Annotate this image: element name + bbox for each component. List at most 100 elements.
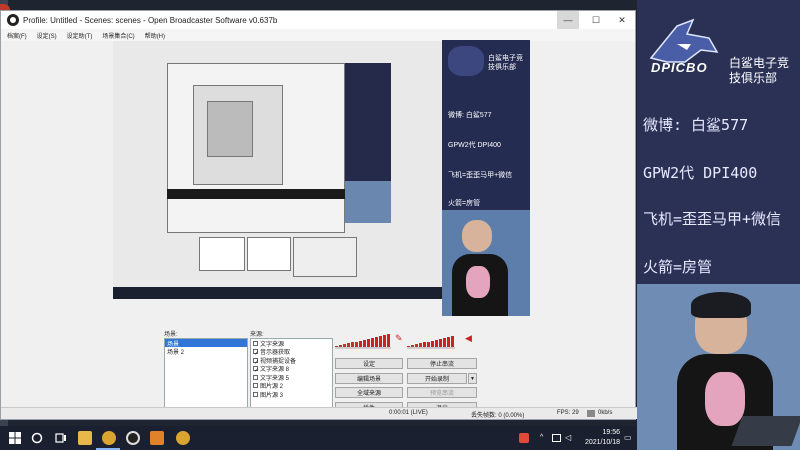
source-item[interactable]: 图片源 2 <box>251 382 332 390</box>
sources-label: 来源: <box>250 332 264 338</box>
bitrate-readout: 0kb/s <box>598 410 613 416</box>
orange-app-icon[interactable] <box>150 431 164 445</box>
source-checkbox[interactable]: ✓ <box>253 349 259 357</box>
source-item[interactable]: ✓ 文字来源 8 <box>251 365 332 374</box>
windows-start-icon[interactable] <box>8 431 22 445</box>
logo-wordmark: DPICBO <box>651 60 708 75</box>
preview-stream-button[interactable]: 预览串流 <box>407 387 477 398</box>
menu-file[interactable]: 档案(F) <box>7 31 27 40</box>
club-name-line-2: 技俱乐部 <box>729 71 778 85</box>
microphone-icon[interactable]: ✎ <box>395 333 403 344</box>
tray-chevron-icon[interactable]: ^ <box>540 434 543 441</box>
nested-source-list <box>247 237 291 271</box>
source-checkbox[interactable]: ✓ <box>253 357 259 366</box>
start-record-button[interactable]: 开始录制 <box>407 373 467 384</box>
preview-overlay: 白鲨电子竞技俱乐部 微博: 白鲨577 GPW2代 DPI400 飞机=歪歪马甲… <box>442 40 530 316</box>
nested-cam <box>345 181 391 223</box>
source-label: 图片源 3 <box>260 392 284 399</box>
nested-controls <box>293 237 357 277</box>
speaker-icon[interactable]: ◀ <box>465 333 472 344</box>
keyboard <box>731 416 800 446</box>
source-item[interactable]: ✓ 音示器获取 <box>251 348 332 357</box>
preview-rocket: 火箭=房管 <box>448 200 481 207</box>
battery-icon[interactable] <box>552 434 561 442</box>
speaker-tray-icon[interactable]: ◁ <box>565 433 571 442</box>
clock-date[interactable]: 2021/10/18 <box>572 439 620 446</box>
file-explorer-icon[interactable] <box>78 431 92 445</box>
preview-screen <box>113 41 443 291</box>
notification-icon[interactable]: ▭ <box>624 433 632 442</box>
menu-bar: 档案(F) 设定(S) 设定助(T) 场景集合(C) 帮助(H) <box>1 29 635 41</box>
nested-taskbar <box>167 189 345 199</box>
source-checkbox[interactable]: ✓ <box>253 366 259 374</box>
source-item[interactable]: 文字来源 5 <box>251 373 332 382</box>
source-checkbox[interactable] <box>253 340 258 346</box>
scene-list[interactable]: 场景 场景 2 <box>164 338 248 414</box>
title-bar[interactable]: Profile: Untitled - Scenes: scenes - Ope… <box>1 11 635 29</box>
person-hair <box>691 292 751 318</box>
plane-gift-line: 飞机=歪歪马甲+微信 <box>643 210 782 228</box>
preview-plane: 飞机=歪歪马甲+微信 <box>448 172 513 179</box>
mouse-line: GPW2代 DPI400 <box>643 164 758 182</box>
desktop-volume-meter <box>407 331 463 349</box>
source-checkbox[interactable] <box>253 374 258 380</box>
mic-volume-meter <box>335 331 395 349</box>
source-list[interactable]: 文字来源 ✓ 音示器获取 ✓ 视频捕捉设备 ✓ 文字来源 8 文字来源 5 图片源 2… <box>250 338 333 414</box>
maximize-button[interactable]: ☐ <box>585 11 607 29</box>
scene-item[interactable]: 场景 2 <box>165 347 247 356</box>
game-app-icon[interactable] <box>102 431 116 445</box>
scenes-label: 场景: <box>164 332 178 338</box>
preview-club-name: 白鲨电子竞技俱乐部 <box>488 55 523 71</box>
source-item[interactable]: 图片源 3 <box>251 390 332 399</box>
shirt-print <box>705 372 745 426</box>
game-app-2-icon[interactable] <box>176 431 190 445</box>
bitrate-indicator-icon <box>587 410 595 417</box>
nested-scene-list <box>199 237 245 271</box>
sogou-ime-icon[interactable] <box>519 433 529 443</box>
obs-window: Profile: Untitled - Scenes: scenes - Ope… <box>0 10 637 420</box>
scene-item[interactable]: 场景 <box>165 339 247 348</box>
preview-shark-logo-icon <box>448 46 484 76</box>
obs-app-icon <box>7 14 19 26</box>
logo-area: DPICBO 白鲨电子竞 技俱乐部 <box>637 0 800 100</box>
menu-settings-wizard[interactable]: 设定助(T) <box>67 31 93 40</box>
close-button[interactable]: ✕ <box>611 11 633 29</box>
obs-taskbar-icon[interactable] <box>126 431 140 445</box>
preview-weibo: 微博: 白鲨577 <box>448 112 492 119</box>
source-checkbox[interactable] <box>253 383 258 389</box>
volume-slider[interactable] <box>335 347 391 349</box>
weibo-line: 微博: 白鲨577 <box>643 116 749 134</box>
rocket-gift-line: 火箭=房管 <box>643 258 713 276</box>
status-bar: 0:00:01 (LIVE) 丢失帧数: 0 (0.00%) FPS: 29 0… <box>1 407 637 419</box>
window-title: Profile: Untitled - Scenes: scenes - Ope… <box>23 15 278 25</box>
edit-scene-button[interactable]: 编辑场景 <box>335 373 403 384</box>
desktop: Profile: Untitled - Scenes: scenes - Ope… <box>0 0 800 450</box>
minimize-button[interactable]: — <box>557 11 579 29</box>
record-dropdown-arrow-icon[interactable]: ▼ <box>468 373 477 384</box>
volume-slider[interactable] <box>407 347 455 349</box>
club-name: 白鲨电子竞 技俱乐部 <box>729 56 795 86</box>
taskbar: ^ ◁ 19:56 2021/10/18 ▭ <box>0 426 637 450</box>
stream-time: 0:00:01 (LIVE) <box>389 410 428 416</box>
settings-button[interactable]: 设定 <box>335 358 403 369</box>
menu-help[interactable]: 帮助(H) <box>145 31 165 40</box>
stream-overlay: DPICBO 白鲨电子竞 技俱乐部 微博: 白鲨577 GPW2代 DPI400… <box>637 0 800 450</box>
task-view-icon[interactable] <box>54 431 68 445</box>
clock-time[interactable]: 19:56 <box>590 429 620 436</box>
source-item[interactable]: 文字来源 <box>251 339 332 348</box>
menu-settings[interactable]: 设定(S) <box>37 31 57 40</box>
nested-obs-window-3 <box>207 101 253 157</box>
source-item[interactable]: ✓ 视频捕捉设备 <box>251 356 332 366</box>
preview-mouse: GPW2代 DPI400 <box>448 142 501 149</box>
menu-scene-collection[interactable]: 场景集合(C) <box>102 31 134 40</box>
stream-preview <box>113 41 443 299</box>
dropped-frames: 丢失帧数: 0 (0.00%) <box>471 413 525 419</box>
search-circle-icon[interactable] <box>30 431 44 445</box>
club-name-line-1: 白鲨电子竞 <box>729 56 790 70</box>
preview-person-face <box>462 220 492 252</box>
stop-stream-button[interactable]: 停止串流 <box>407 358 477 369</box>
global-sources-button[interactable]: 全域来源 <box>335 387 403 398</box>
fps-readout: FPS: 29 <box>557 410 579 416</box>
source-checkbox[interactable] <box>253 391 258 397</box>
webcam-feed <box>637 284 800 450</box>
